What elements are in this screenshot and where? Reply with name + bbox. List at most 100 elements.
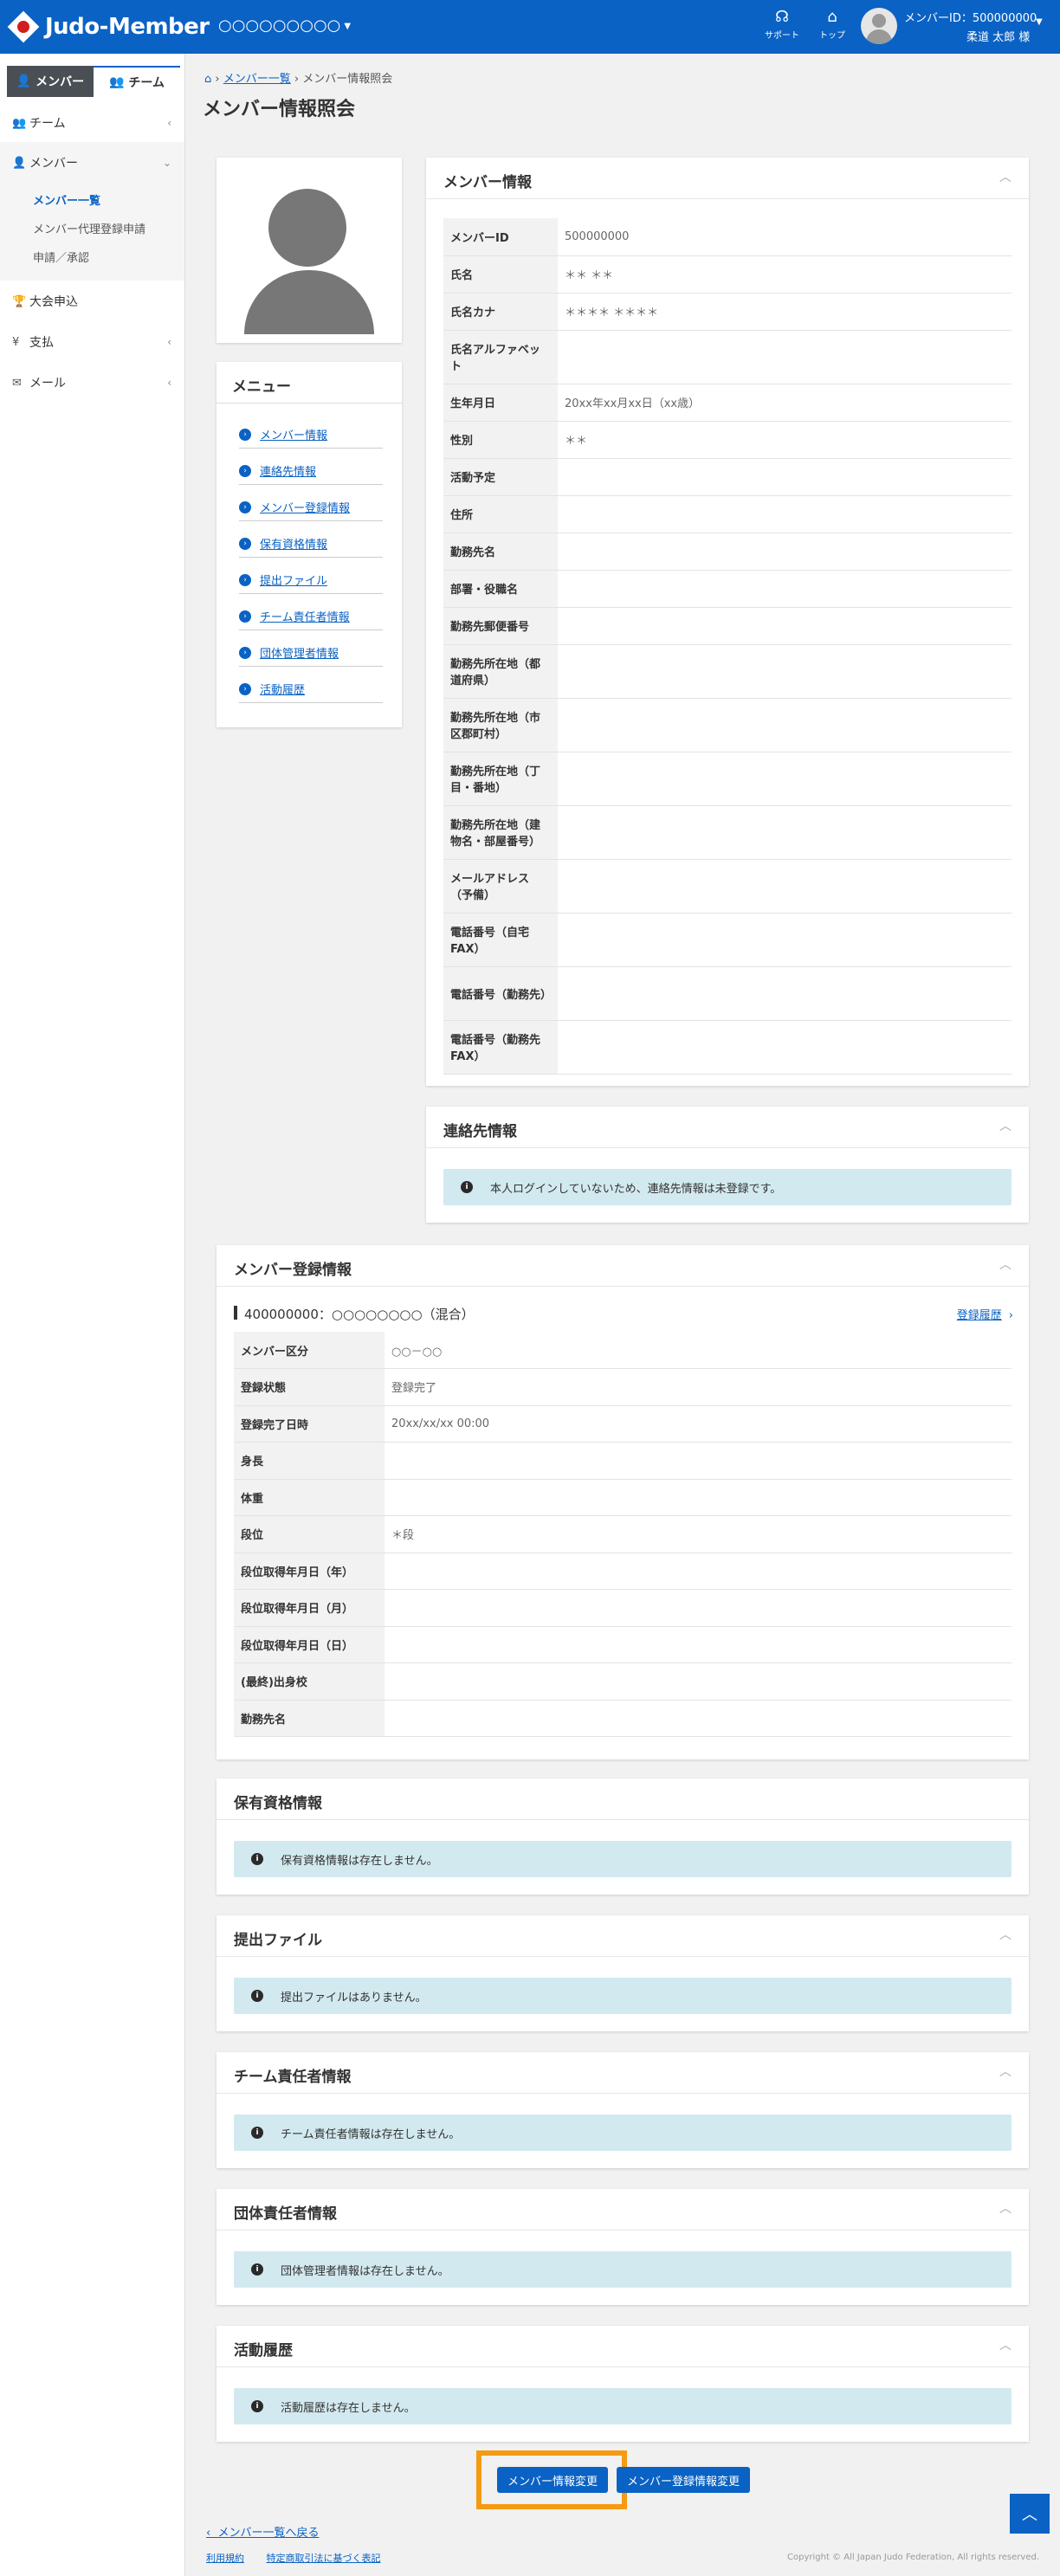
table-row: 氏名カナ ＊＊＊＊ ＊＊＊＊ [443,293,1012,331]
table-row: 性別 ＊＊ [443,421,1012,459]
menu-title: メニュー [232,378,291,396]
sidebar-item-tournament[interactable]: 🏆 大会申込 [12,293,177,310]
side-menu: メニュー › メンバー情報 › 連絡先情報 › メンバー登録情報 › 保有資格情報 › 提… [217,362,402,727]
activity-card: 活動履歴 ︿ i 活動履歴は存在しません。 [217,2326,1029,2442]
sidebar-tabs: 👤 メンバー 👥 チーム [7,66,180,97]
row-value [558,495,1012,533]
footer-links: 利用規約 特定商取引法に基づく表記 [206,2551,400,2565]
user-menu-caret-icon[interactable]: ▼ [1036,17,1043,27]
envelope-icon: ✉ [12,376,22,390]
tab-member[interactable]: 👤 メンバー [7,66,94,97]
sidebar-subitem-proxy-registration[interactable]: メンバー代理登録申請 [33,220,145,236]
terms-link[interactable]: 利用規約 [206,2553,244,2564]
qualifications-card: 保有資格情報 i 保有資格情報は存在しません。 [217,1779,1029,1895]
menu-item-contact-info[interactable]: › 連絡先情報 [239,457,383,485]
chevron-right-icon: › [239,537,251,550]
page-title: メンバー情報照会 [203,99,356,120]
user-name: 柔道 太郎 様 [966,31,1031,44]
menu-item-files[interactable]: › 提出ファイル [239,566,383,594]
menu-item-qualifications[interactable]: › 保有資格情報 [239,530,383,558]
row-value [558,570,1012,608]
chevron-up-icon[interactable]: ︿ [999,1117,1012,1134]
table-row: 勤務先郵便番号 [443,607,1012,645]
back-to-member-list-link[interactable]: ‹ メンバー一覧へ戻る [206,2523,319,2540]
row-label: 電話番号（勤務先FAX） [443,1020,558,1075]
row-value: ○○－○○ [385,1332,1012,1369]
chevron-up-icon[interactable]: ︿ [999,1256,1012,1273]
menu-item-activity[interactable]: › 活動履歴 [239,675,383,703]
table-row: 氏名アルファベット [443,330,1012,384]
org-manager-title: 団体責任者情報 [234,2205,337,2223]
scroll-to-top-button[interactable]: ︿ [1010,2494,1050,2534]
edit-registration-info-button[interactable]: メンバー登録情報変更 [617,2467,750,2493]
info-icon: i [251,2400,263,2412]
table-row: メンバー区分 ○○－○○ [234,1332,1012,1369]
commercial-law-link[interactable]: 特定商取引法に基づく表記 [267,2553,381,2564]
menu-item-team-leader[interactable]: › チーム責任者情報 [239,603,383,630]
breadcrumb: ⌂ › メンバー一覧 › メンバー情報照会 [204,73,393,86]
chevron-up-icon[interactable]: ︿ [999,2199,1012,2217]
registration-history-link[interactable]: 登録履歴 › [957,1306,1013,1322]
row-label: メールアドレス（予備） [443,859,558,914]
row-label: 活動予定 [443,458,558,496]
row-value [558,607,1012,645]
table-row: メールアドレス（予備） [443,859,1012,914]
row-value [385,1662,1012,1701]
top-button[interactable]: ⌂ トップ [809,9,856,42]
row-value: 20xx/xx/xx 00:00 [385,1405,1012,1443]
activity-title: 活動履歴 [234,2342,293,2360]
org-selector[interactable]: ○○○○○○○○○ ▼ [218,16,351,35]
table-row: 登録完了日時 20xx/xx/xx 00:00 [234,1405,1012,1443]
chevron-up-icon[interactable]: ︿ [999,1926,1012,1943]
row-value [558,913,1012,967]
sidebar-item-payment[interactable]: ¥ 支払 ‹ [12,333,177,351]
menu-item-registration-info[interactable]: › メンバー登録情報 [239,494,383,521]
breadcrumb-member-list-link[interactable]: メンバー一覧 [223,73,291,86]
table-row: 勤務先名 [443,533,1012,571]
chevron-right-icon: › [1008,1309,1013,1322]
top-label: トップ [819,31,845,41]
row-label: 登録完了日時 [234,1405,385,1443]
team-leader-alert: i チーム責任者情報は存在しません。 [234,2114,1012,2151]
chevron-up-icon[interactable]: ︿ [999,168,1012,185]
info-icon: i [251,2127,263,2139]
row-value: 20xx年xx月xx日（xx歳） [558,384,1012,422]
tab-team[interactable]: 👥 チーム [94,66,180,97]
sidebar-subitem-applications[interactable]: 申請／承認 [33,249,89,265]
chevron-up-icon[interactable]: ︿ [999,2063,1012,2080]
table-row: メンバーID 500000000 [443,218,1012,256]
support-label: サポート [765,31,799,41]
chevron-up-icon: ︿ [1022,2506,1037,2524]
table-row: 部署・役職名 [443,570,1012,608]
logo[interactable]: Judo-Member [7,10,210,43]
sidebar-item-member[interactable]: 👤 メンバー ⌄ [12,154,177,171]
table-row: 住所 [443,495,1012,533]
edit-member-info-button[interactable]: メンバー情報変更 [497,2467,608,2493]
top-navbar: Judo-Member ○○○○○○○○○ ▼ ☊ サポート ⌂ トップ メンバー… [0,0,1060,54]
row-value: ＊＊ [558,421,1012,459]
row-value [385,1700,1012,1737]
headset-icon: ☊ [775,8,789,26]
support-button[interactable]: ☊ サポート [759,8,805,42]
row-value: ＊＊ ＊＊ [558,255,1012,294]
sidebar-subitem-member-list[interactable]: メンバー一覧 [33,191,100,208]
row-value [558,805,1012,860]
chevron-left-icon: ‹ [167,117,171,129]
sidebar-item-mail[interactable]: ✉ メール ‹ [12,374,177,391]
chevron-left-icon: ‹ [167,377,171,389]
sidebar-item-team[interactable]: 👥 チーム ‹ [12,114,177,132]
row-label: 性別 [443,421,558,459]
table-row: 勤務先所在地（都道府県） [443,644,1012,699]
chevron-right-icon: › [239,610,251,623]
row-value [385,1626,1012,1663]
trophy-icon: 🏆 [12,294,27,308]
home-icon[interactable]: ⌂ [204,73,211,86]
menu-item-org-manager[interactable]: › 団体管理者情報 [239,639,383,667]
chevron-up-icon[interactable]: ︿ [999,2336,1012,2353]
chevron-right-icon: › [239,500,251,513]
avatar[interactable] [861,8,897,44]
menu-item-member-info[interactable]: › メンバー情報 [239,421,383,449]
row-value [558,644,1012,699]
chevron-right-icon: › [239,682,251,695]
files-alert: i 提出ファイルはありません。 [234,1978,1012,2014]
